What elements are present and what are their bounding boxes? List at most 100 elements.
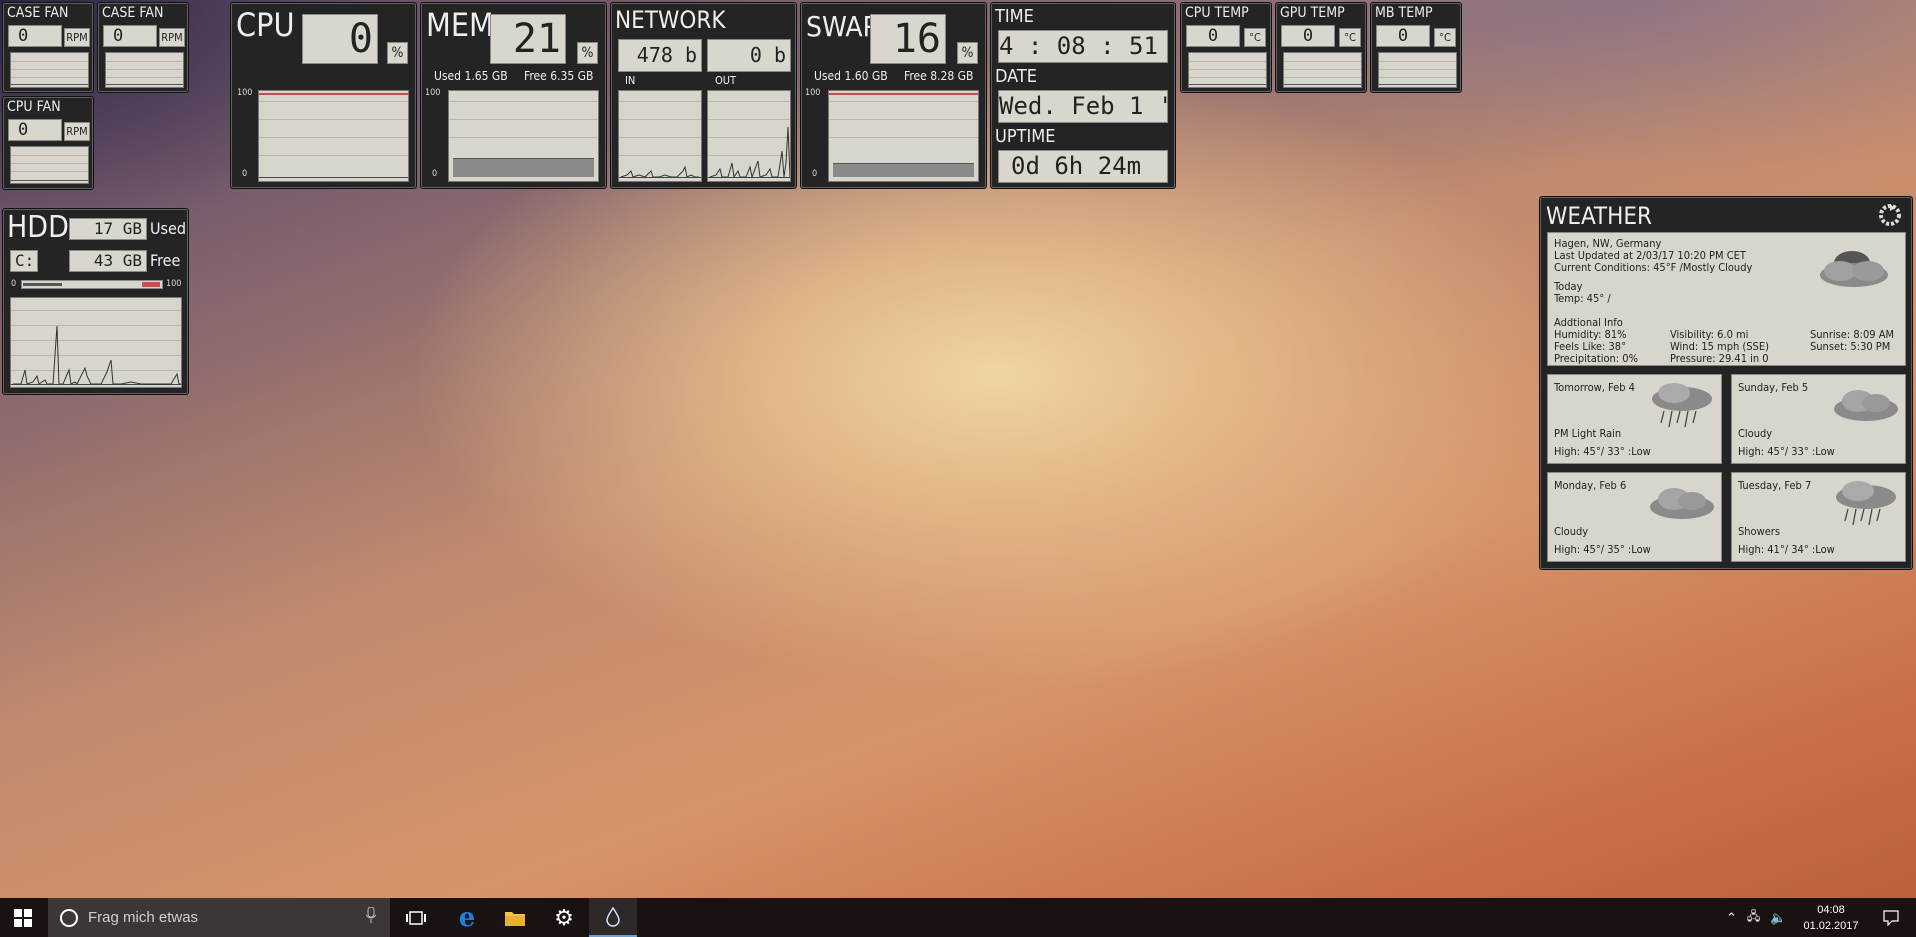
cpu-unit: % <box>387 42 408 64</box>
mem-used: Used 1.65 GB <box>434 69 508 83</box>
cpu-fan-gadget: CPU FAN 0 RPM <box>3 97 93 189</box>
forecast-day-4-high-low: High: 41°/ 34° :Low <box>1738 543 1835 556</box>
cpu-gadget: CPU 0 % 100 0 <box>231 3 416 188</box>
mem-free: Free 6.35 GB <box>524 69 594 83</box>
swap-gadget: SWAP 16 % Used 1.60 GB Free 8.28 GB 100 … <box>801 3 986 188</box>
network-in-value: 478 b <box>618 39 702 72</box>
hdd-free-label: Free <box>150 251 181 270</box>
mem-usage-fill <box>453 158 594 177</box>
system-tray: ⌃ 🖧 🔈 <box>1726 898 1798 937</box>
network-gadget: NETWORK 478 b 0 b IN OUT <box>611 3 796 188</box>
forecast-day-1: Tomorrow, Feb 4 PM Light Rain High: 45°/… <box>1547 374 1722 464</box>
mb-temp-unit: °C <box>1434 28 1456 47</box>
file-explorer-button[interactable] <box>491 898 539 937</box>
current-conditions-panel: Hagen, NW, Germany Last Updated at 2/03/… <box>1547 232 1906 366</box>
case-fan-2-label: CASE FAN <box>102 5 164 21</box>
cpu-scale-max: 100 <box>237 88 253 98</box>
network-out-line <box>709 126 790 179</box>
search-box[interactable]: Frag mich etwas <box>48 898 390 937</box>
case-fan-2-value: 0 <box>103 25 157 47</box>
swap-used: Used 1.60 GB <box>814 69 888 83</box>
network-icon[interactable]: 🖧 <box>1747 907 1760 928</box>
network-in-line <box>620 165 699 178</box>
refresh-icon[interactable] <box>1877 202 1903 228</box>
task-view-icon <box>406 910 426 925</box>
hdd-label: HDD <box>7 210 69 245</box>
weather-gadget: WEATHER Hagen, NW, Germany Last Updated … <box>1540 197 1912 569</box>
hdd-usage-marker <box>142 282 160 287</box>
case-fan-2-gadget: CASE FAN 0 RPM <box>98 3 188 92</box>
gpu-temp-gadget: GPU TEMP 0 °C <box>1276 3 1366 92</box>
swap-free: Free 8.28 GB <box>904 69 974 83</box>
swap-scale-min: 0 <box>812 169 818 179</box>
date-value: Wed. Feb 1 '17 <box>998 90 1168 123</box>
action-center-button[interactable] <box>1870 898 1912 937</box>
case-fan-1-graph <box>10 52 89 88</box>
clock-gadget: TIME 4 : 08 : 51 AM DATE Wed. Feb 1 '17 … <box>991 3 1175 188</box>
rainmeter-button[interactable] <box>589 898 637 937</box>
weather-conditions: Current Conditions: 45°F /Mostly Cloudy <box>1554 261 1753 274</box>
search-placeholder: Frag mich etwas <box>88 909 199 926</box>
gpu-temp-graph <box>1283 52 1362 88</box>
case-fan-2-unit: RPM <box>159 28 185 47</box>
forecast-day-2-date: Sunday, Feb 5 <box>1738 381 1809 394</box>
network-out-label: OUT <box>715 74 737 87</box>
mb-temp-value: 0 <box>1376 25 1430 47</box>
mb-temp-gadget: MB TEMP 0 °C <box>1371 3 1461 92</box>
swap-unit: % <box>957 42 978 64</box>
cpu-temp-value: 0 <box>1186 25 1240 47</box>
forecast-day-2: Sunday, Feb 5 Cloudy High: 45°/ 33° :Low <box>1731 374 1906 464</box>
notification-icon <box>1883 909 1899 926</box>
hdd-gadget: HDD 17 GB Used C: 43 GB Free 0 100 <box>3 209 188 394</box>
swap-usage-graph <box>828 90 979 182</box>
mem-usage-graph <box>448 90 599 182</box>
mem-scale-max: 100 <box>425 88 441 98</box>
settings-button[interactable]: ⚙ <box>540 898 588 937</box>
forecast-day-3-high-low: High: 45°/ 35° :Low <box>1554 543 1651 556</box>
network-in-graph <box>618 90 702 182</box>
network-label: NETWORK <box>615 6 726 34</box>
cpu-fan-unit: RPM <box>64 122 90 141</box>
taskbar-clock[interactable]: 04:08 01.02.2017 <box>1796 902 1866 934</box>
weather-pressure: Pressure: 29.41 in 0 <box>1670 352 1769 365</box>
case-fan-1-label: CASE FAN <box>7 5 69 21</box>
cpu-temp-gadget: CPU TEMP 0 °C <box>1181 3 1271 92</box>
weather-title: WEATHER <box>1546 202 1652 230</box>
hdd-drive-letter: C: <box>10 250 38 272</box>
swap-label: SWAP <box>806 10 878 43</box>
cloud-icon <box>1644 481 1720 528</box>
cpu-fan-graph <box>10 146 89 184</box>
mem-scale-min: 0 <box>432 169 438 179</box>
hdd-scale-max: 100 <box>166 279 182 289</box>
cpu-temp-unit: °C <box>1244 28 1266 47</box>
forecast-day-1-date: Tomorrow, Feb 4 <box>1554 381 1635 394</box>
uptime-value: 0d 6h 24m <box>998 150 1168 183</box>
mem-unit: % <box>577 42 598 64</box>
case-fan-1-gadget: CASE FAN 0 RPM <box>3 3 93 92</box>
cpu-temp-label: CPU TEMP <box>1185 5 1249 21</box>
hdd-used-label: Used <box>150 219 187 238</box>
forecast-day-3-condition: Cloudy <box>1554 525 1589 538</box>
volume-icon[interactable]: 🔈 <box>1770 910 1786 926</box>
swap-value: 16 <box>870 14 946 64</box>
network-out-value: 0 b <box>707 39 791 72</box>
date-label: DATE <box>995 66 1037 87</box>
cortana-icon <box>60 908 78 927</box>
cpu-temp-graph <box>1188 52 1267 88</box>
microphone-icon[interactable] <box>365 906 377 928</box>
show-hidden-icons-chevron-icon[interactable]: ⌃ <box>1726 910 1737 926</box>
forecast-day-1-high-low: High: 45°/ 33° :Low <box>1554 445 1651 458</box>
start-button[interactable] <box>0 898 46 937</box>
cpu-usage-graph <box>258 90 409 182</box>
cpu-label: CPU <box>236 6 295 44</box>
mostly-cloudy-icon <box>1816 241 1892 296</box>
edge-button[interactable]: e <box>443 898 491 937</box>
hdd-free-value: 43 GB <box>69 250 147 272</box>
network-out-graph <box>707 90 791 182</box>
windows-logo-icon <box>14 908 32 927</box>
gpu-temp-unit: °C <box>1339 28 1361 47</box>
gear-icon: ⚙ <box>554 904 574 930</box>
cpu-fan-value: 0 <box>8 119 62 141</box>
task-view-button[interactable] <box>394 898 438 937</box>
cpu-value: 0 <box>302 14 378 64</box>
